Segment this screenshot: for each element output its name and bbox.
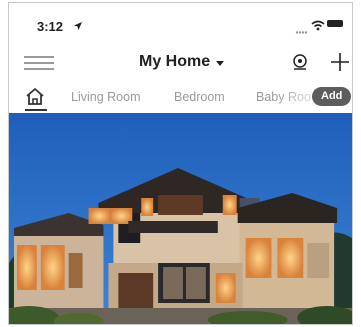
menu-icon[interactable] — [24, 56, 54, 70]
home-title: My Home — [139, 53, 211, 70]
caret-down-icon — [216, 60, 225, 66]
signal-icon — [295, 22, 309, 40]
add-button[interactable]: Add — [312, 87, 352, 106]
room-tabs: Living Room Bedroom Baby Roo Add — [9, 83, 352, 113]
home-selector[interactable]: My Home — [139, 53, 225, 71]
home-photo — [9, 113, 352, 324]
active-tab-indicator — [25, 109, 47, 111]
app-header: My Home — [9, 43, 352, 81]
location-arrow-icon — [73, 18, 83, 36]
battery-icon — [327, 20, 343, 27]
camera-icon[interactable] — [291, 53, 309, 76]
phone-screen: 3:12 My Home Living Room Bedroom Add — [8, 2, 353, 325]
wifi-icon — [311, 18, 325, 36]
plus-icon[interactable] — [329, 51, 351, 78]
tab-bedroom[interactable]: Bedroom — [174, 90, 225, 104]
status-bar: 3:12 — [9, 3, 352, 43]
status-time: 3:12 — [37, 19, 64, 34]
tab-living-room[interactable]: Living Room — [71, 90, 140, 104]
